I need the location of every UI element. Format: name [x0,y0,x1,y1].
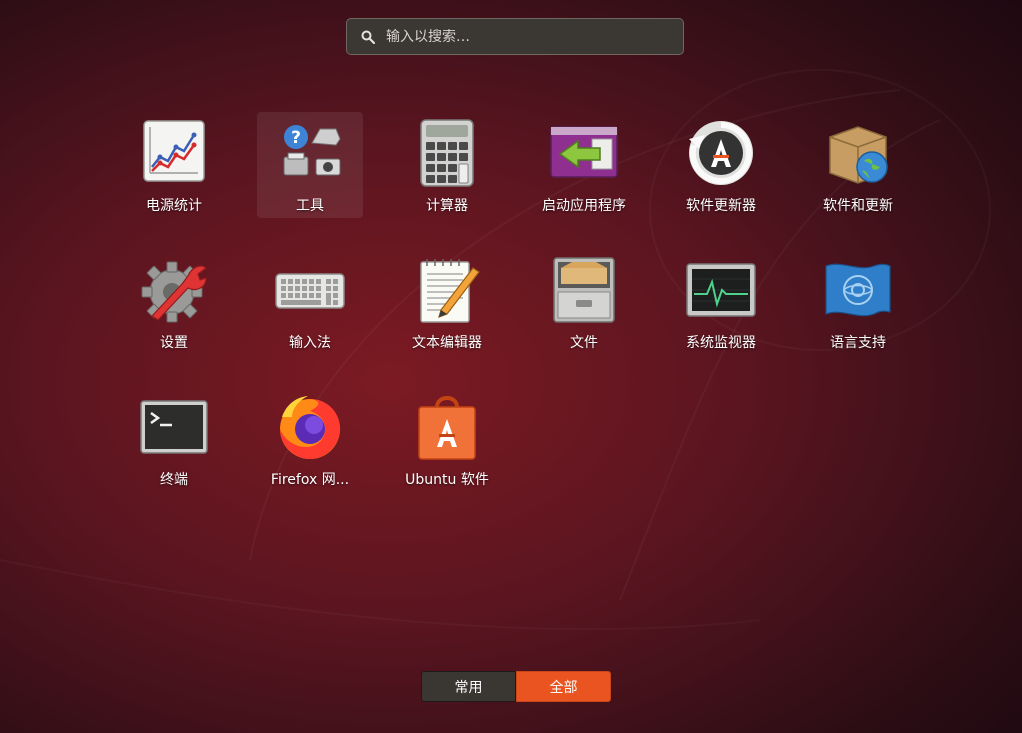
app-label: 计算器 [426,198,468,214]
app-files[interactable]: 文件 [531,249,637,355]
software-properties-icon [829,126,888,184]
app-terminal[interactable]: 终端 [121,386,227,492]
app-label: 系统监视器 [686,335,756,351]
software-updater-icon [689,121,753,185]
app-language-support[interactable]: 语言支持 [805,249,911,355]
app-startup-applications[interactable]: 启动应用程序 [531,112,637,218]
app-software-and-updates[interactable]: 软件和更新 [805,112,911,218]
ubuntu-software-icon [418,396,476,460]
app-power-statistics[interactable]: 电源统计 [121,112,227,218]
app-label: 软件更新器 [686,198,756,214]
app-label: 启动应用程序 [542,198,626,214]
startup-applications-icon [550,126,618,178]
app-label: 软件和更新 [823,198,893,214]
settings-icon [141,261,207,323]
app-settings[interactable]: 设置 [121,249,227,355]
language-support-icon [825,263,891,317]
app-label: 文件 [570,335,598,351]
view-switcher: 常用 全部 [421,671,611,702]
app-tools-folder[interactable]: ? 工具 [257,112,363,218]
app-label: 文本编辑器 [412,335,482,351]
app-label: 电源统计 [146,198,202,214]
file-cabinet-icon [553,257,615,323]
app-label: 语言支持 [830,335,886,351]
firefox-icon [280,396,340,459]
app-ubuntu-software[interactable]: Ubuntu 软件 [394,386,500,492]
search-input[interactable] [386,28,656,45]
keyboard-icon [275,273,345,309]
search-bar[interactable] [346,18,684,55]
text-editor-icon [420,259,480,323]
search-icon [361,30,375,44]
app-label: Firefox 网... [270,472,350,488]
app-label: 终端 [160,472,188,488]
app-software-updater[interactable]: 软件更新器 [668,112,774,218]
tools-folder-icon: ? [283,125,341,176]
app-label: Ubuntu 软件 [405,472,489,488]
app-system-monitor[interactable]: 系统监视器 [668,249,774,355]
terminal-icon [140,400,208,454]
app-calculator[interactable]: 计算器 [394,112,500,218]
power-statistics-icon [143,120,205,182]
system-monitor-icon [686,263,756,317]
tab-all[interactable]: 全部 [516,671,611,702]
calculator-icon [420,119,474,187]
tab-frequent[interactable]: 常用 [421,671,516,702]
app-label: 设置 [160,335,188,351]
app-label: 输入法 [289,335,331,351]
app-firefox[interactable]: Firefox 网... [257,386,363,492]
app-text-editor[interactable]: 文本编辑器 [394,249,500,355]
app-label: 工具 [296,198,324,214]
background-wallpaper [249,89,941,601]
app-input-method[interactable]: 输入法 [257,249,363,355]
svg-text:?: ? [291,128,301,148]
